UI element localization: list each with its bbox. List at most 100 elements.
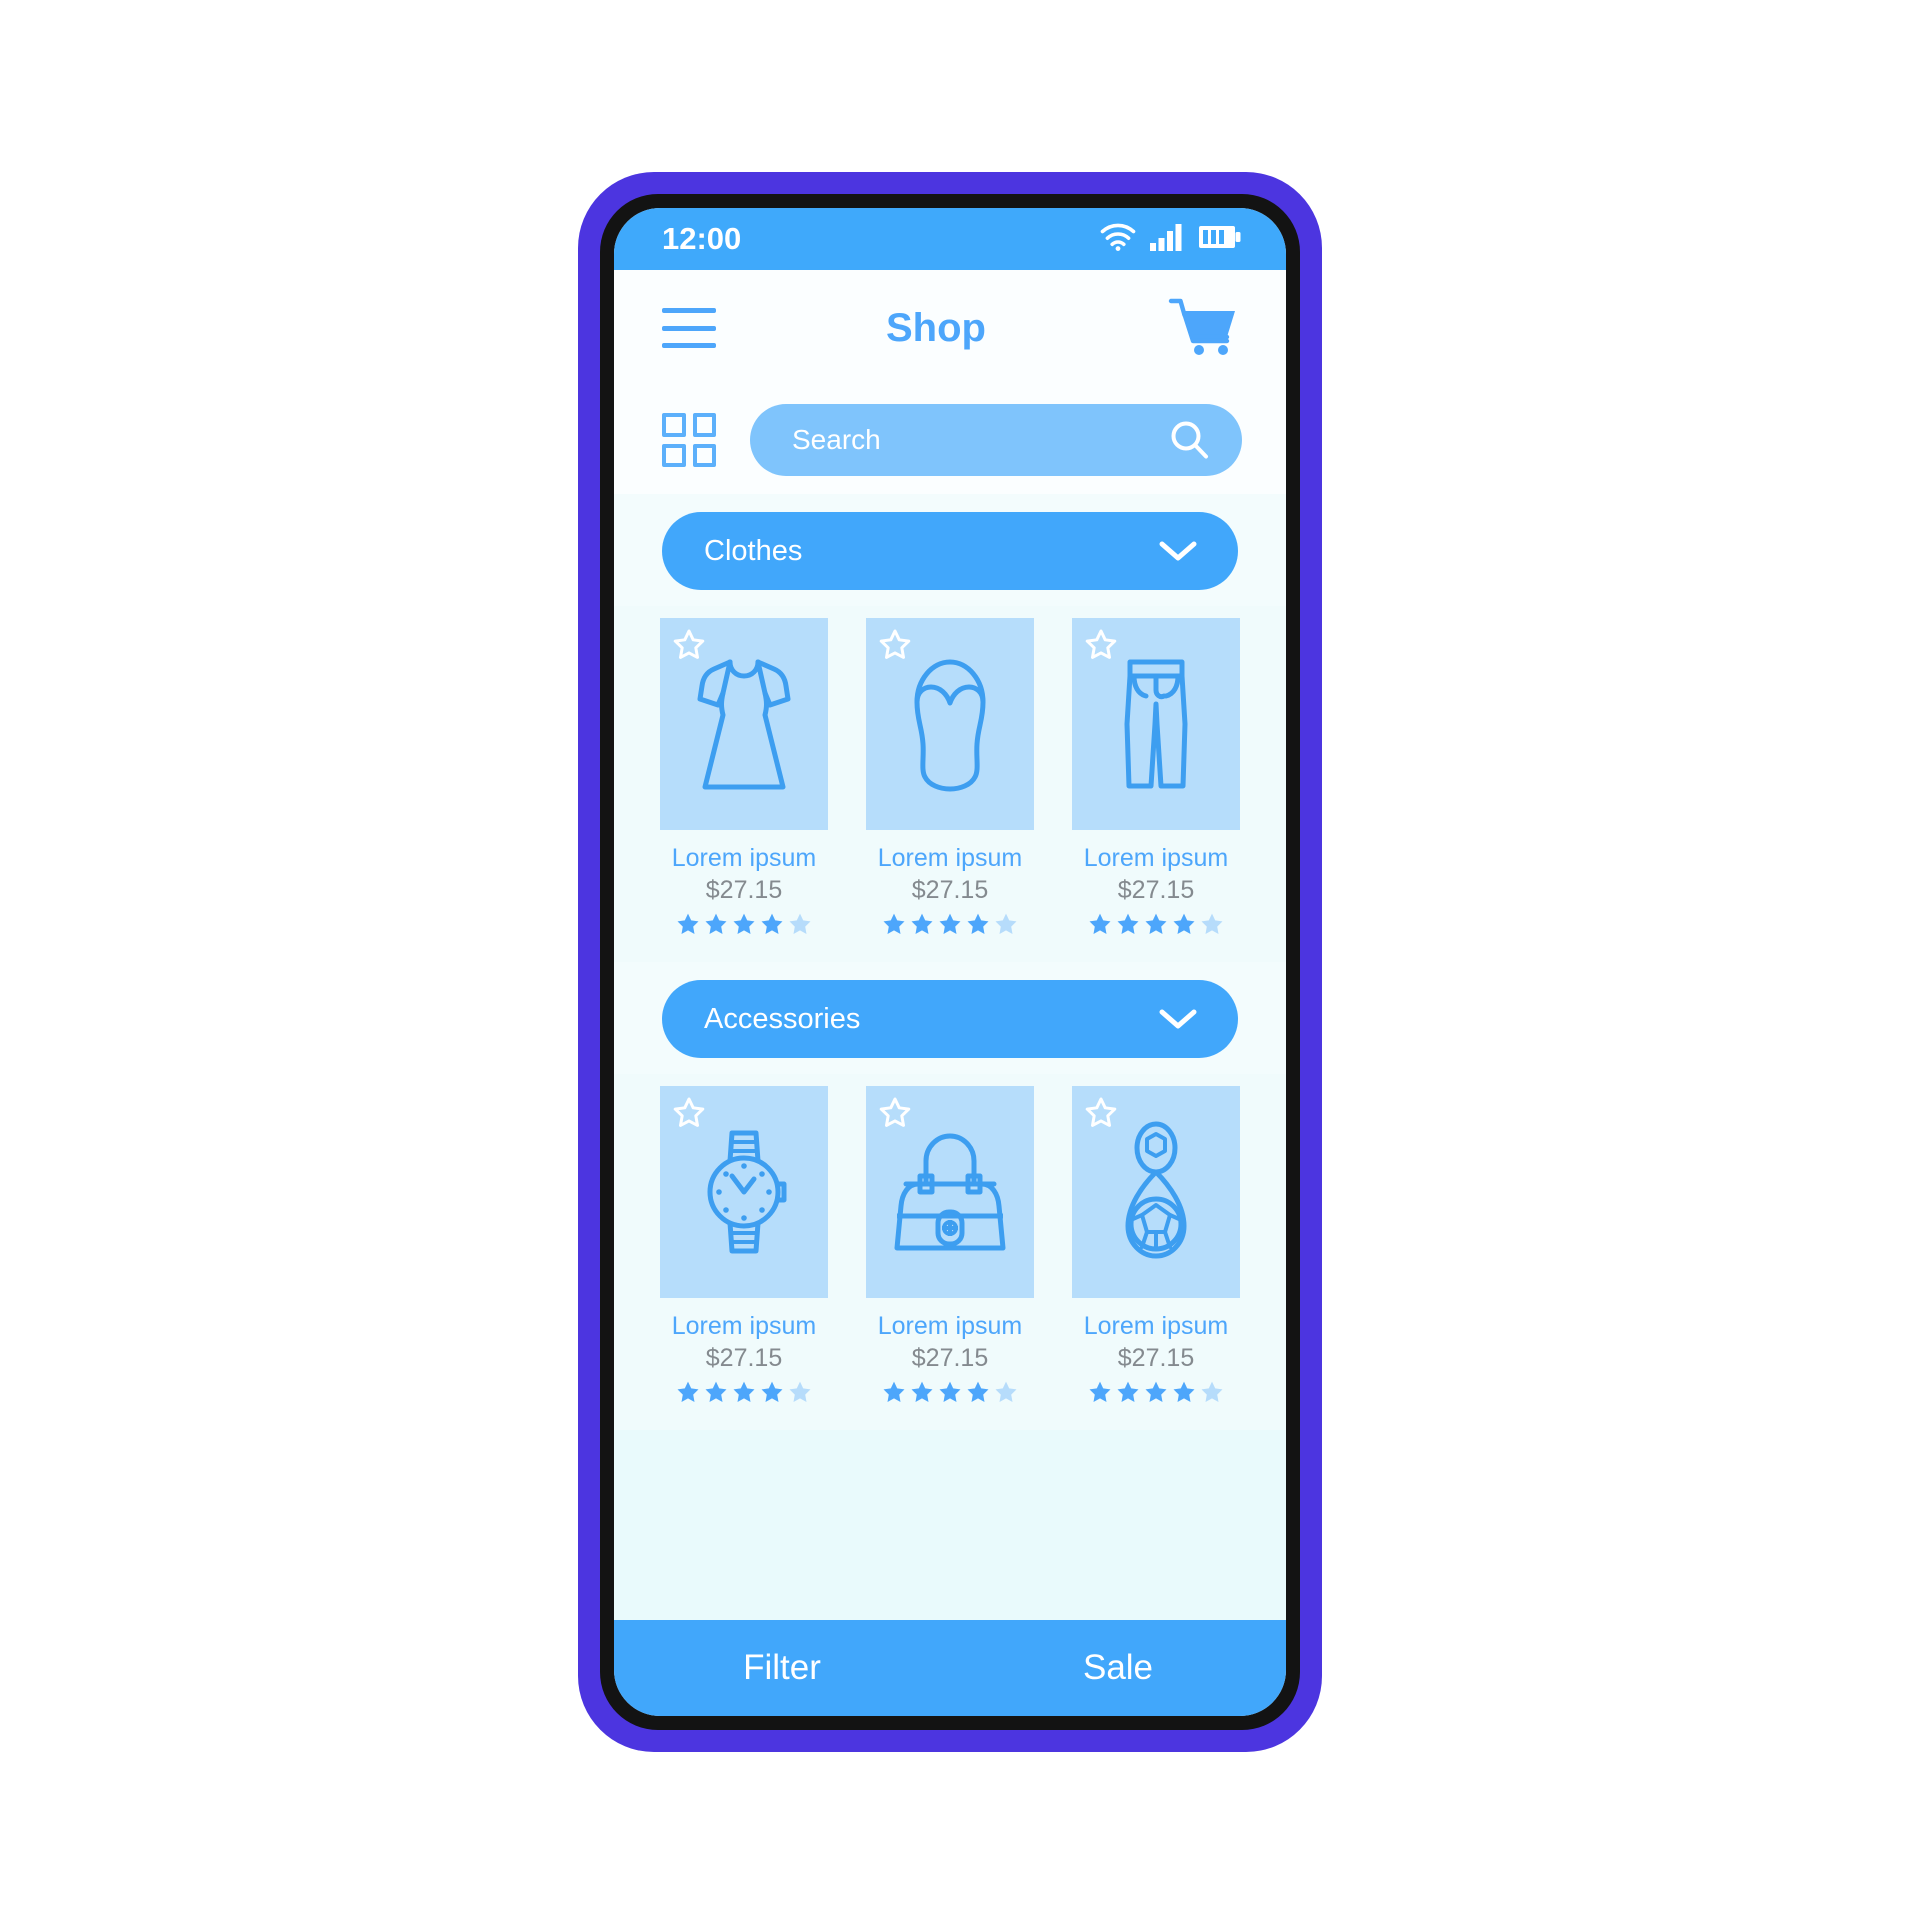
phone-screen: 12:00 Shop Search Clothes Lorem ipsum $2… xyxy=(614,208,1286,1716)
product-card[interactable]: Lorem ipsum $27.15 xyxy=(1072,1086,1240,1404)
star-outline-icon[interactable] xyxy=(1084,628,1118,662)
rating-star xyxy=(1089,913,1111,934)
content-spacer xyxy=(614,1430,1286,1620)
rating-star xyxy=(995,913,1017,934)
rating-star xyxy=(939,1381,961,1402)
rating-star xyxy=(1117,1381,1139,1402)
rating-star xyxy=(789,913,811,934)
rating-star xyxy=(967,913,989,934)
hamburger-line xyxy=(662,343,716,348)
magnifier-icon[interactable] xyxy=(1168,419,1210,461)
rating-stars xyxy=(676,1380,812,1404)
chevron-down-icon[interactable] xyxy=(1158,539,1198,563)
rating-star xyxy=(705,913,727,934)
rating-stars xyxy=(1088,912,1224,936)
product-price: $27.15 xyxy=(911,1344,989,1372)
search-row: Search xyxy=(614,386,1286,494)
product-card[interactable]: Lorem ipsum $27.15 xyxy=(660,618,828,936)
product-grid-accessories: Lorem ipsum $27.15 Lorem ipsum $27.15 Lo… xyxy=(614,1074,1286,1430)
rating-star xyxy=(677,1381,699,1402)
rating-star xyxy=(967,1381,989,1402)
rating-star xyxy=(1173,913,1195,934)
grid-cell xyxy=(692,443,716,467)
star-outline-icon[interactable] xyxy=(878,628,912,662)
product-name: Lorem ipsum xyxy=(1083,1312,1229,1340)
app-header: Shop xyxy=(614,270,1286,386)
product-name: Lorem ipsum xyxy=(671,1312,817,1340)
product-price: $27.15 xyxy=(1117,1344,1195,1372)
rating-star xyxy=(883,1381,905,1402)
rating-star xyxy=(995,1381,1017,1402)
product-name: Lorem ipsum xyxy=(877,844,1023,872)
rating-star xyxy=(761,913,783,934)
hamburger-line xyxy=(662,308,716,313)
star-outline-icon[interactable] xyxy=(672,1096,706,1130)
product-thumbnail[interactable] xyxy=(660,618,828,830)
product-price: $27.15 xyxy=(705,1344,783,1372)
category-section-clothes: Clothes xyxy=(614,494,1286,606)
rating-star xyxy=(1201,913,1223,934)
rating-stars xyxy=(882,912,1018,936)
product-price: $27.15 xyxy=(705,876,783,904)
hamburger-menu-icon[interactable] xyxy=(662,308,716,348)
product-name: Lorem ipsum xyxy=(1083,844,1229,872)
rating-star xyxy=(1201,1381,1223,1402)
rating-star xyxy=(1145,913,1167,934)
status-icon-group xyxy=(1100,223,1242,256)
screenshot-canvas: 12:00 Shop Search Clothes Lorem ipsum $2… xyxy=(0,0,1920,1920)
rating-stars xyxy=(882,1380,1018,1404)
rating-star xyxy=(883,913,905,934)
hamburger-line xyxy=(662,325,716,331)
status-bar: 12:00 xyxy=(614,208,1286,270)
watch-icon xyxy=(678,1106,810,1278)
earring-icon xyxy=(1090,1106,1222,1278)
sale-button[interactable]: Sale xyxy=(950,1648,1286,1688)
search-input[interactable]: Search xyxy=(750,404,1242,476)
product-name: Lorem ipsum xyxy=(671,844,817,872)
page-title: Shop xyxy=(886,305,986,350)
rating-star xyxy=(733,913,755,934)
rating-star xyxy=(705,1381,727,1402)
rating-star xyxy=(939,913,961,934)
status-time: 12:00 xyxy=(662,221,742,256)
phone-bezel: 12:00 Shop Search Clothes Lorem ipsum $2… xyxy=(600,194,1300,1730)
product-price: $27.15 xyxy=(1117,876,1195,904)
star-outline-icon[interactable] xyxy=(1084,1096,1118,1130)
filter-button[interactable]: Filter xyxy=(614,1648,950,1688)
grid-cell xyxy=(692,413,716,437)
product-thumbnail[interactable] xyxy=(1072,618,1240,830)
rating-star xyxy=(1089,1381,1111,1402)
product-thumbnail[interactable] xyxy=(1072,1086,1240,1298)
product-card[interactable]: Lorem ipsum $27.15 xyxy=(866,618,1034,936)
product-thumbnail[interactable] xyxy=(866,618,1034,830)
handbag-icon xyxy=(884,1106,1016,1278)
product-thumbnail[interactable] xyxy=(866,1086,1034,1298)
rating-star xyxy=(911,1381,933,1402)
category-header-accessories[interactable]: Accessories xyxy=(662,980,1238,1058)
product-card[interactable]: Lorem ipsum $27.15 xyxy=(866,1086,1034,1404)
category-header-clothes[interactable]: Clothes xyxy=(662,512,1238,590)
rating-star xyxy=(1173,1381,1195,1402)
star-outline-icon[interactable] xyxy=(878,1096,912,1130)
battery-icon xyxy=(1198,224,1242,255)
phone-frame: 12:00 Shop Search Clothes Lorem ipsum $2… xyxy=(578,172,1322,1752)
rating-star xyxy=(1145,1381,1167,1402)
rating-stars xyxy=(676,912,812,936)
rating-star xyxy=(789,1381,811,1402)
rating-star xyxy=(1117,913,1139,934)
product-thumbnail[interactable] xyxy=(660,1086,828,1298)
chevron-down-icon[interactable] xyxy=(1158,1007,1198,1031)
grid-cell xyxy=(662,413,686,437)
product-card[interactable]: Lorem ipsum $27.15 xyxy=(660,1086,828,1404)
dress-icon xyxy=(678,638,810,810)
shopping-cart-icon[interactable] xyxy=(1168,297,1238,359)
rating-star xyxy=(733,1381,755,1402)
grid-view-icon[interactable] xyxy=(662,413,716,467)
product-grid-clothes: Lorem ipsum $27.15 Lorem ipsum $27.15 Lo… xyxy=(614,606,1286,962)
rating-stars xyxy=(1088,1380,1224,1404)
jeans-icon xyxy=(1090,638,1222,810)
product-card[interactable]: Lorem ipsum $27.15 xyxy=(1072,618,1240,936)
star-outline-icon[interactable] xyxy=(672,628,706,662)
rating-star xyxy=(677,913,699,934)
product-price: $27.15 xyxy=(911,876,989,904)
